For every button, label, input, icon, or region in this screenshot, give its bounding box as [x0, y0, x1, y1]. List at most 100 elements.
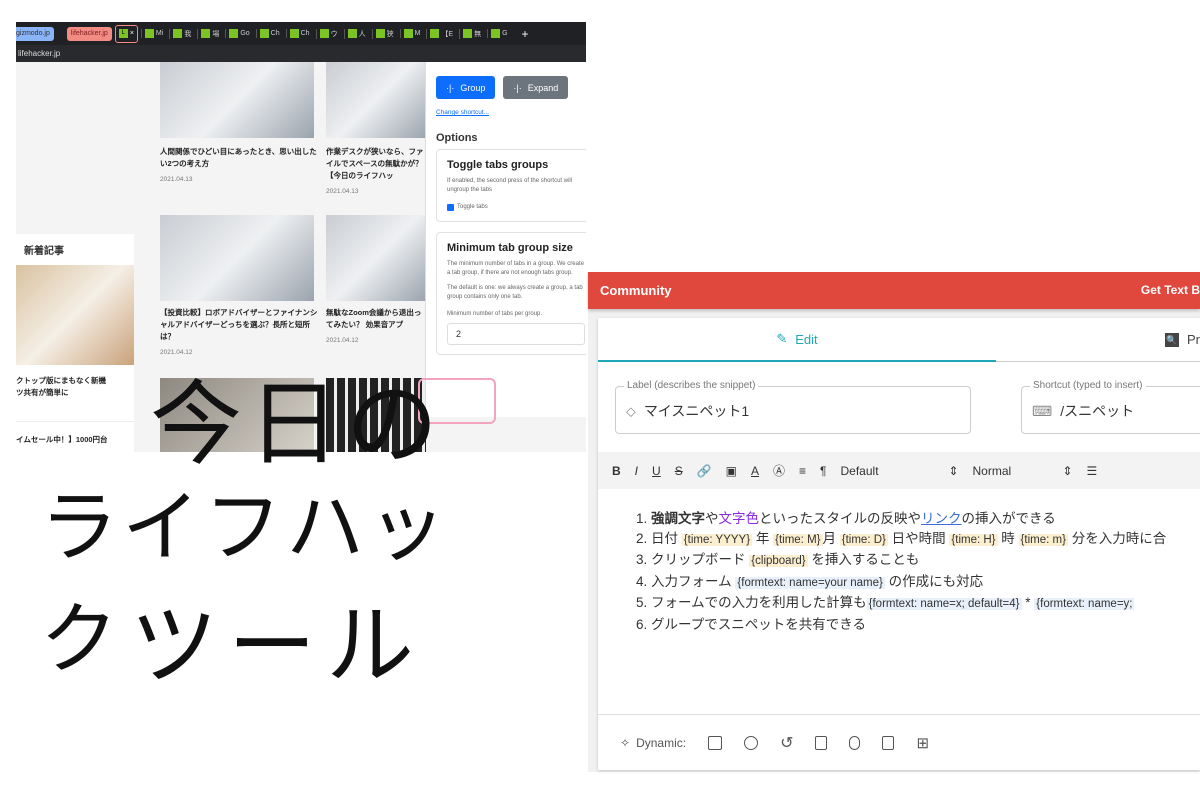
- tab[interactable]: G: [487, 29, 510, 38]
- tab-group-lifehacker[interactable]: lifehacker.jp: [66, 26, 112, 41]
- tab[interactable]: ウ: [315, 28, 341, 39]
- editor-line: 3. クリップボード {clipboard} を挿入することも: [636, 552, 920, 567]
- change-shortcut-link[interactable]: Change shortcut...: [436, 109, 576, 116]
- document-icon[interactable]: [815, 735, 828, 750]
- history-icon[interactable]: ↺: [780, 733, 793, 753]
- clipboard-command[interactable]: {clipboard}: [749, 555, 808, 567]
- time-command[interactable]: {time: m}: [1018, 533, 1068, 546]
- tab[interactable]: 【E: [426, 28, 456, 39]
- tab[interactable]: 場: [197, 28, 222, 39]
- formtext-command[interactable]: {formtext: name=x; default=4}: [866, 598, 1022, 610]
- tab-preview[interactable]: 🔍 Pr: [996, 318, 1200, 362]
- strikethrough-button[interactable]: S: [675, 464, 683, 478]
- link-icon[interactable]: 🔗: [697, 464, 712, 478]
- article-image[interactable]: [160, 62, 314, 138]
- formtext-command[interactable]: {formtext: name=y;: [1034, 598, 1135, 610]
- highlight-icon[interactable]: Ⓐ: [773, 462, 785, 479]
- align-icon[interactable]: ≡: [799, 464, 806, 478]
- ordered-list-icon[interactable]: ☰: [1087, 464, 1098, 478]
- article-title[interactable]: 【投資比較】ロボアドバイザーとファイナンシャルアドバイザーどっちを選ぶ？長所と短…: [160, 307, 320, 343]
- tab[interactable]: Go: [225, 29, 252, 38]
- article-card[interactable]: 作業デスクが狭いなら、ファイルでスペースの無駄かが？【今日のライフハッ 2021…: [326, 146, 426, 195]
- tab-active[interactable]: L ×: [114, 24, 138, 43]
- tab[interactable]: Mi: [140, 29, 166, 38]
- shortcut-value: /スニペット: [1060, 403, 1135, 419]
- tab[interactable]: Ch: [285, 29, 313, 38]
- sidebar-heading: 新着記事: [24, 246, 64, 257]
- image-icon[interactable]: ▣: [726, 464, 737, 478]
- field-legend: Label (describes the snippet): [624, 380, 759, 391]
- expand-button[interactable]: ·|· Expand: [503, 76, 569, 99]
- time-command[interactable]: {time: H}: [949, 533, 998, 546]
- text-color-icon[interactable]: A: [751, 464, 759, 478]
- tab[interactable]: 狭: [371, 28, 397, 39]
- clock-icon[interactable]: [744, 735, 759, 750]
- tab[interactable]: 無: [459, 28, 484, 39]
- tab-label: G: [502, 30, 508, 37]
- font-select[interactable]: Default ⇕: [841, 464, 959, 478]
- field-label: Minimum number of tabs per group.: [447, 311, 543, 317]
- tab[interactable]: Ch: [255, 29, 283, 38]
- select-arrows-icon: ⇕: [948, 463, 959, 478]
- time-command[interactable]: {time: D}: [839, 533, 888, 546]
- article-title[interactable]: 無駄なZoom会議から退出ってみたい？ 効果音アプ: [326, 307, 426, 331]
- toggle-tabs-checkbox[interactable]: [447, 204, 454, 211]
- favicon-icon: [319, 29, 329, 38]
- article-card[interactable]: 【投資比較】ロボアドバイザーとファイナンシャルアドバイザーどっちを選ぶ？長所と短…: [160, 307, 320, 356]
- size-select[interactable]: Normal ⇕: [973, 464, 1073, 478]
- size-value: Normal: [972, 463, 1012, 478]
- group-button[interactable]: ·|· Group: [436, 76, 496, 99]
- tab[interactable]: 我: [169, 28, 194, 39]
- underline-button[interactable]: U: [652, 464, 661, 478]
- article-card[interactable]: 無駄なZoom会議から退出ってみたい？ 効果音アプ 2021.04.12: [326, 307, 426, 344]
- article-card[interactable]: 人間関係でひどい目にあったとき、思い出したい2つの考え方 2021.04.13: [160, 146, 320, 183]
- min-tabs-input[interactable]: 2: [447, 323, 585, 345]
- time-command[interactable]: {time: M}: [773, 533, 823, 546]
- time-command[interactable]: {time: YYYY}: [681, 533, 753, 546]
- new-tab-button[interactable]: +: [522, 27, 529, 41]
- formtext-command[interactable]: {formtext: name=your name}: [735, 576, 885, 589]
- app-header: Community Get Text B: [588, 272, 1200, 309]
- handwriting-line: ツール: [130, 594, 425, 697]
- favicon-icon: L: [118, 29, 128, 38]
- community-link[interactable]: Community: [600, 283, 672, 298]
- bold-button[interactable]: B: [612, 464, 621, 478]
- snippet-editor[interactable]: 1. 強調文字や文字色といったスタイルの反映やリンクの挿入ができる 2. 日付 …: [598, 489, 1200, 714]
- tab-label: 【E: [441, 30, 454, 38]
- italic-button[interactable]: I: [635, 464, 638, 478]
- tab-gizmodo[interactable]: gizmodo.jp: [16, 26, 54, 41]
- label-value: マイスニペット1: [643, 403, 750, 419]
- tab-label: Pr: [1187, 332, 1200, 347]
- favicon-icon: [430, 29, 440, 38]
- favicon-icon: [201, 29, 211, 38]
- apps-icon[interactable]: ⊞: [916, 734, 929, 752]
- article-image[interactable]: [326, 215, 426, 301]
- article-image[interactable]: [160, 215, 314, 301]
- editor-line: 1. 強調文字や文字色といったスタイルの反映やリンクの挿入ができる: [636, 511, 1056, 526]
- calendar-icon[interactable]: [708, 735, 723, 750]
- tab[interactable]: 人: [343, 28, 369, 39]
- article-title[interactable]: 人間関係でひどい目にあったとき、思い出したい2つの考え方: [160, 146, 320, 170]
- card-description: If enabled, the second press of the shor…: [447, 178, 573, 193]
- tab-bar: gizmodo.jp lifehacker.jp L × Mi 我 場 Go Ch…: [16, 22, 586, 45]
- link[interactable]: リンク: [921, 511, 962, 526]
- mouse-icon[interactable]: [849, 735, 861, 750]
- direction-icon[interactable]: ¶: [820, 464, 826, 478]
- article-title[interactable]: 作業デスクが狭いなら、ファイルでスペースの無駄かが？【今日のライフハッ: [326, 146, 426, 182]
- label-field[interactable]: Label (describes the snippet) ⬦ マイスニペット1: [615, 380, 971, 434]
- font-value: Default: [840, 463, 879, 478]
- tab-edit[interactable]: ✎ Edit: [598, 318, 996, 362]
- favicon-icon: [173, 29, 183, 38]
- article-image[interactable]: [326, 62, 426, 138]
- get-text-blaze-link[interactable]: Get Text B: [1141, 283, 1200, 297]
- address-bar[interactable]: lifehacker.jp: [16, 45, 586, 62]
- checkbox-label: Toggle tabs: [457, 204, 488, 210]
- tab-label: 無: [474, 30, 482, 38]
- dynamic-commands-bar: ✧ Dynamic: ↺ ⊞: [598, 714, 1200, 770]
- tab-label: 場: [212, 30, 220, 38]
- shortcut-field[interactable]: Shortcut (typed to insert) ⌨ /スニペット: [1021, 380, 1200, 434]
- tab[interactable]: M: [399, 29, 424, 38]
- close-tab-icon[interactable]: ×: [130, 30, 134, 37]
- handwritten-title: 今日の ライフハック ツール: [40, 350, 510, 697]
- clipboard-icon[interactable]: [882, 735, 895, 750]
